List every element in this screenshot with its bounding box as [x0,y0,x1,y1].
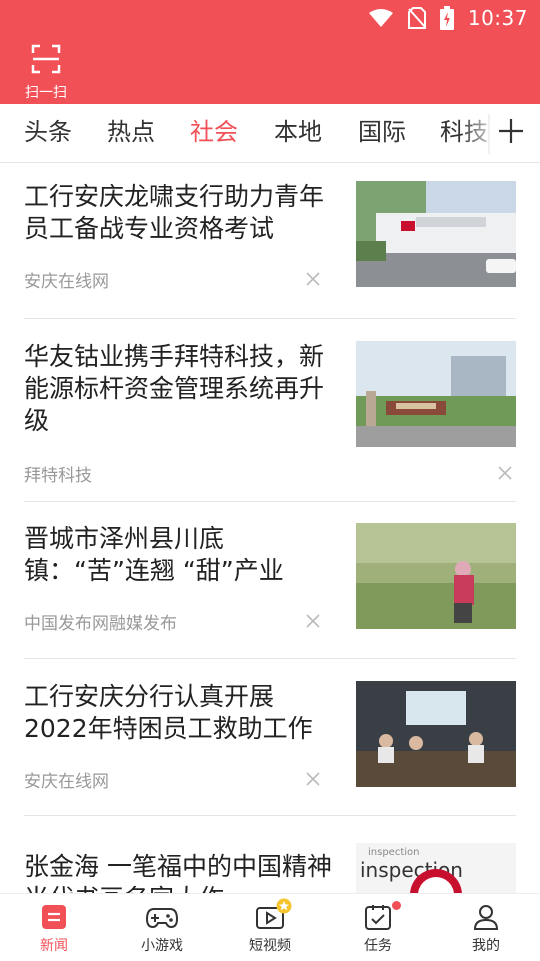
news-source: 中国发布网融媒发布 [24,614,177,634]
news-item[interactable]: 张金海 一笔福中的中国精神 当代书画名家大作 inspection inspec… [24,843,516,893]
tab-separator [488,114,490,154]
close-icon[interactable] [306,772,320,786]
tab-fade [460,104,500,162]
news-item[interactable]: 华友钴业携手拜特科技，新能源标杆资金管理系统再升级 拜特科技 [24,341,516,486]
gamepad-icon [146,908,178,929]
svg-text:inspection: inspection [368,847,419,858]
news-icon [42,905,66,929]
tab-local[interactable]: 本地 [274,116,322,148]
status-bar: 10:37 [0,0,540,36]
nav-label: 我的 [472,938,500,954]
item-divider [24,501,516,502]
news-title: 张金海 一笔福中的中国精神 当代书画名家大作 [24,852,332,893]
notification-dot [392,901,401,910]
coin-badge-icon [276,898,292,914]
nav-label: 短视频 [249,938,291,954]
task-icon [365,905,391,930]
scan-icon [31,44,61,74]
news-title: 华友钴业携手拜特科技，新能源标杆资金管理系统再升级 [24,342,325,435]
news-thumbnail [356,181,516,287]
news-thumbnail [356,523,516,629]
wifi-icon [368,9,393,27]
nav-games[interactable]: 小游戏 [108,894,216,961]
nav-short-video[interactable]: 短视频 [216,894,324,961]
news-source: 安庆在线网 [24,772,109,792]
close-icon[interactable] [498,466,512,480]
category-tabs: 头条 热点 社会 本地 国际 科技 [0,104,540,163]
add-channel-icon[interactable] [496,116,526,146]
close-icon[interactable] [306,614,320,628]
news-source: 拜特科技 [24,466,92,486]
battery-charging-icon [439,6,454,30]
bottom-nav: 新闻 小游戏 短视频 任务 我的 [0,893,540,961]
news-feed: 工行安庆龙啸支行助力青年员工备战专业资格考试 安庆在线网 华友钴业携手拜特科技，… [0,163,540,893]
tab-hot[interactable]: 热点 [107,116,155,148]
scan-label: 扫一扫 [25,85,67,101]
item-divider [24,318,516,319]
item-divider [24,815,516,816]
news-item[interactable]: 工行安庆龙啸支行助力青年员工备战专业资格考试 安庆在线网 [24,181,516,292]
nav-news[interactable]: 新闻 [0,894,108,961]
tab-international[interactable]: 国际 [358,116,406,148]
no-sim-icon [407,7,426,29]
close-icon[interactable] [306,272,320,286]
item-divider [24,658,516,659]
news-thumbnail: inspection inspection [356,843,516,893]
news-title: 晋城市泽州县川底镇：“苦”连翘 “甜”产业 [24,524,284,585]
news-source: 安庆在线网 [24,272,109,292]
tab-toutiao[interactable]: 头条 [24,116,72,148]
news-title: 工行安庆分行认真开展2022年特困员工救助工作 [24,682,313,743]
news-item[interactable]: 工行安庆分行认真开展2022年特困员工救助工作 安庆在线网 [24,681,516,792]
nav-profile[interactable]: 我的 [432,894,540,961]
nav-label: 小游戏 [141,938,183,954]
nav-label: 新闻 [40,938,68,954]
profile-icon [473,905,499,930]
nav-label: 任务 [364,938,392,954]
news-item[interactable]: 晋城市泽州县川底镇：“苦”连翘 “甜”产业 中国发布网融媒发布 [24,523,516,634]
nav-tasks[interactable]: 任务 [324,894,432,961]
app-header: 10:37 扫一扫 [0,0,540,104]
tab-society[interactable]: 社会 [190,116,238,148]
status-time: 10:37 [467,6,528,30]
news-thumbnail [356,681,516,787]
news-thumbnail [356,341,516,447]
news-title: 工行安庆龙啸支行助力青年员工备战专业资格考试 [24,182,325,243]
scan-button[interactable]: 扫一扫 [20,44,72,102]
